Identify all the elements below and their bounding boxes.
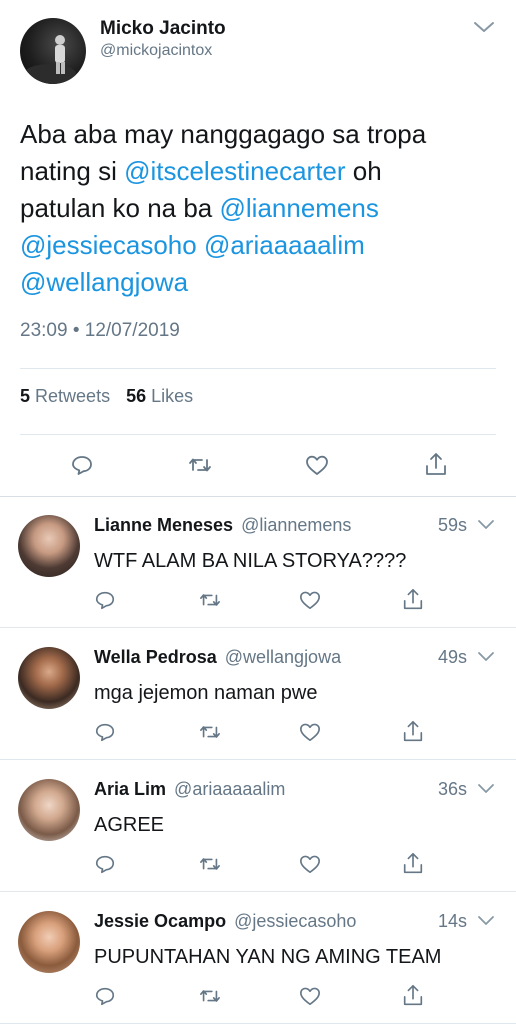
chevron-down-icon[interactable]: [477, 518, 495, 532]
share-icon[interactable]: [401, 719, 425, 744]
tweet-line-3: patulan ko na ba @liannemens: [20, 190, 500, 227]
reply-author-handle[interactable]: @jessiecasoho: [234, 911, 356, 931]
share-icon[interactable]: [401, 851, 425, 876]
reply-icon[interactable]: [94, 589, 116, 611]
retweet-count: 5: [20, 386, 31, 406]
reply-author-name[interactable]: Lianne Meneses: [94, 515, 233, 535]
main-author-handle[interactable]: @mickojacintox: [100, 42, 212, 60]
reply-author-handle[interactable]: @liannemens: [241, 515, 351, 535]
retweet-label: Retweets: [35, 386, 111, 406]
divider: [20, 434, 496, 435]
like-icon[interactable]: [304, 453, 330, 477]
chevron-down-icon[interactable]: [477, 914, 495, 928]
mention-link[interactable]: @liannemens: [220, 193, 379, 223]
reply-icon[interactable]: [70, 453, 94, 477]
mention-link[interactable]: @ariaaaaalim: [204, 230, 365, 260]
reply-author-name[interactable]: Wella Pedrosa: [94, 647, 217, 667]
main-author-name[interactable]: Micko Jacinto: [100, 18, 226, 40]
reply-time[interactable]: 59s: [438, 515, 467, 536]
tweet-text-segment: nating si: [20, 156, 125, 186]
reply-icon[interactable]: [94, 985, 116, 1007]
reply-text: mga jejemon naman pwe: [94, 682, 318, 704]
retweet-stat[interactable]: 5 Retweets: [20, 386, 115, 406]
chevron-down-icon[interactable]: [477, 782, 495, 796]
mention-link[interactable]: @itscelestinecarter: [124, 156, 345, 186]
reply-header: Wella Pedrosa @wellangjowa: [94, 647, 434, 668]
share-icon[interactable]: [401, 983, 425, 1008]
tweet-text-segment: Aba aba may nanggagago sa tropa: [20, 119, 427, 149]
like-stat[interactable]: 56 Likes: [126, 386, 193, 406]
reply-header: Aria Lim @ariaaaaalim: [94, 779, 434, 800]
like-icon[interactable]: [298, 853, 322, 875]
reply-icon[interactable]: [94, 721, 116, 743]
tweet-timestamp[interactable]: 23:09 • 12/07/2019: [20, 320, 180, 342]
tweet-line-2: nating si @itscelestinecarter oh: [20, 153, 500, 190]
tweet-line-1: Aba aba may nanggagago sa tropa: [20, 116, 500, 153]
reply-author-name[interactable]: Jessie Ocampo: [94, 911, 226, 931]
like-label: Likes: [151, 386, 194, 406]
retweet-icon[interactable]: [198, 721, 222, 743]
reply-tweet[interactable]: Wella Pedrosa @wellangjowa 49s mga jejem…: [0, 628, 516, 760]
chevron-down-icon[interactable]: [477, 650, 495, 664]
like-icon[interactable]: [298, 589, 322, 611]
reply-author-name[interactable]: Aria Lim: [94, 779, 166, 799]
tweet-text-segment: patulan ko na ba: [20, 193, 220, 223]
reply-tweet[interactable]: Lianne Meneses @liannemens 59s WTF ALAM …: [0, 496, 516, 628]
chevron-down-icon[interactable]: [472, 18, 496, 36]
divider: [20, 368, 496, 369]
main-tweet-text: Aba aba may nanggagago sa tropa nating s…: [20, 116, 500, 301]
like-icon[interactable]: [298, 985, 322, 1007]
main-author-avatar[interactable]: [20, 18, 86, 84]
reply-avatar[interactable]: [18, 515, 80, 577]
reply-header: Jessie Ocampo @jessiecasoho: [94, 911, 434, 932]
retweet-icon[interactable]: [198, 589, 222, 611]
tweet-line-4: @jessiecasoho @ariaaaaalim: [20, 227, 500, 264]
reply-time[interactable]: 49s: [438, 647, 467, 668]
reply-author-handle[interactable]: @wellangjowa: [225, 647, 341, 667]
reply-author-handle[interactable]: @ariaaaaalim: [174, 779, 285, 799]
reply-avatar[interactable]: [18, 911, 80, 973]
reply-avatar[interactable]: [18, 647, 80, 709]
mention-link[interactable]: @wellangjowa: [20, 267, 188, 297]
share-icon[interactable]: [401, 587, 425, 612]
reply-text: AGREE: [94, 814, 165, 836]
reply-text: PUPUNTAHAN YAN NG AMING TEAM: [94, 946, 442, 968]
reply-time[interactable]: 14s: [438, 911, 467, 932]
reply-header: Lianne Meneses @liannemens: [94, 515, 434, 536]
reply-tweet[interactable]: Aria Lim @ariaaaaalim 36s AGREE: [0, 760, 516, 892]
retweet-icon[interactable]: [198, 985, 222, 1007]
retweet-icon[interactable]: [198, 853, 222, 875]
reply-avatar[interactable]: [18, 779, 80, 841]
share-icon[interactable]: [423, 451, 449, 478]
like-icon[interactable]: [298, 721, 322, 743]
avatar-silhouette: [24, 35, 76, 84]
reply-tweet[interactable]: Jessie Ocampo @jessiecasoho 14s PUPUNTAH…: [0, 892, 516, 1024]
reply-text: WTF ALAM BA NILA STORYA????: [94, 550, 407, 572]
reply-icon[interactable]: [94, 853, 116, 875]
retweet-icon[interactable]: [187, 453, 213, 477]
reply-time[interactable]: 36s: [438, 779, 467, 800]
engagement-stats: 5 Retweets 56 Likes: [20, 386, 193, 407]
tweet-text-segment: oh: [345, 156, 382, 186]
like-count: 56: [126, 386, 147, 406]
mention-link[interactable]: @jessiecasoho: [20, 230, 197, 260]
tweet-line-5: @wellangjowa: [20, 264, 500, 301]
